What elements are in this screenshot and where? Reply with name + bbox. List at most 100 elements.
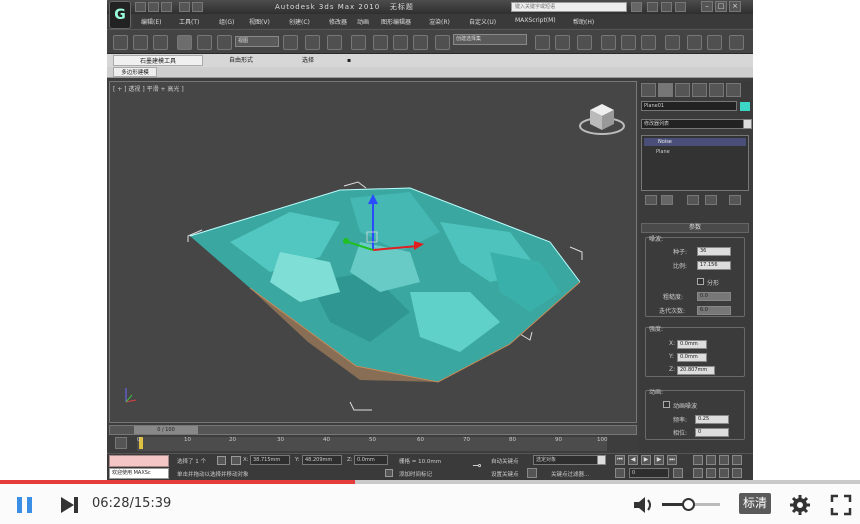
selection-lock-icon[interactable] — [217, 456, 226, 465]
next-frame-icon[interactable]: ▶ — [654, 455, 664, 465]
quality-button[interactable]: 标清 — [739, 493, 771, 514]
menu-animation[interactable]: 动画 — [357, 17, 369, 26]
menu-rendering[interactable]: 渲染(R) — [429, 17, 450, 26]
keyboard-shortcut-icon[interactable] — [327, 35, 342, 50]
schematic-view-icon[interactable] — [641, 35, 656, 50]
undo-icon[interactable] — [113, 35, 128, 50]
save-file-icon[interactable] — [161, 2, 172, 12]
pivot-center-icon[interactable] — [283, 35, 298, 50]
time-config-icon[interactable] — [673, 468, 683, 478]
goto-end-icon[interactable]: ⏭ — [667, 455, 677, 465]
edit-named-selection-icon[interactable] — [435, 35, 450, 50]
rendered-frame-icon[interactable] — [707, 35, 722, 50]
set-key-button[interactable]: 设置关键点 — [491, 470, 519, 478]
frequency-spinner[interactable]: 0.25 — [695, 415, 729, 424]
menu-customize[interactable]: 自定义(U) — [469, 17, 496, 26]
x-coord-field[interactable]: 38.715mm — [250, 455, 290, 465]
add-time-tag[interactable]: 添加时间标记 — [399, 470, 432, 478]
stack-item-noise[interactable]: Noise — [644, 138, 746, 146]
zoom-icon[interactable] — [693, 455, 703, 465]
iterations-spinner[interactable]: 6.0 — [697, 306, 731, 315]
volume-slider[interactable] — [662, 498, 720, 511]
select-region-icon[interactable] — [153, 35, 168, 50]
set-key-icon[interactable]: ⊸ — [467, 459, 487, 473]
mirror-icon[interactable] — [535, 35, 550, 50]
maxscript-mini-listener[interactable]: 欢迎使用 MAXSc — [109, 468, 169, 479]
undo-icon[interactable] — [179, 2, 190, 12]
menu-views[interactable]: 视图(V) — [249, 17, 270, 26]
tab-selection[interactable]: 选择 — [283, 55, 333, 66]
chevron-down-icon[interactable] — [743, 119, 752, 129]
reference-coordinate-dropdown[interactable]: 视图 — [235, 36, 279, 47]
create-panel-icon[interactable] — [641, 83, 656, 97]
pause-icon[interactable] — [14, 494, 36, 516]
layer-manager-icon[interactable] — [577, 35, 592, 50]
next-video-icon[interactable] — [58, 494, 80, 516]
hierarchy-panel-icon[interactable] — [675, 83, 690, 97]
strength-y-spinner[interactable]: 0.0mm — [677, 353, 707, 362]
render-production-icon[interactable] — [729, 35, 744, 50]
menu-edit[interactable]: 编辑(E) — [141, 17, 161, 26]
time-slider-thumb[interactable]: 0 / 100 — [134, 426, 198, 434]
help-icon[interactable] — [675, 2, 686, 12]
menu-modifiers[interactable]: 修改器 — [329, 17, 347, 26]
key-icon[interactable] — [527, 468, 537, 478]
video-frame[interactable]: Autodesk 3ds Max 2010 无标题 键入关键字或短语 – □ ×… — [0, 0, 860, 480]
close-button[interactable]: × — [729, 1, 741, 12]
zoom-extents-all-icon[interactable] — [732, 455, 742, 465]
chevron-down-icon[interactable] — [597, 455, 606, 465]
phase-spinner[interactable]: 0 — [695, 428, 729, 437]
remove-modifier-icon[interactable] — [705, 195, 717, 205]
app-logo[interactable]: G — [109, 1, 131, 29]
gear-icon[interactable] — [789, 494, 811, 516]
manipulate-icon[interactable] — [305, 35, 320, 50]
seed-spinner[interactable]: 36 — [697, 247, 731, 256]
play-icon[interactable]: ▶ — [641, 455, 651, 465]
select-object-icon[interactable] — [133, 35, 148, 50]
selected-object-dropdown[interactable]: 选定对象 — [533, 455, 603, 465]
curve-editor-icon[interactable] — [621, 35, 636, 50]
minimize-button[interactable]: – — [701, 1, 713, 12]
menu-group[interactable]: 组(G) — [219, 17, 234, 26]
menu-graph-editors[interactable]: 图形编辑器 — [381, 17, 411, 26]
align-icon[interactable] — [555, 35, 570, 50]
object-name-field[interactable]: Plane01 — [641, 101, 737, 111]
zoom-all-icon[interactable] — [706, 455, 716, 465]
object-color-swatch[interactable] — [740, 102, 750, 111]
absolute-mode-icon[interactable] — [231, 456, 241, 465]
strength-x-spinner[interactable]: 0.0mm — [677, 340, 707, 349]
noise-terrain-mesh[interactable] — [189, 187, 581, 383]
tab-polygon-modeling[interactable]: 多边形建模 — [113, 67, 157, 77]
z-coord-field[interactable]: 0.0mm — [354, 455, 388, 465]
maximize-viewport-icon[interactable] — [732, 468, 742, 478]
wrench-icon[interactable] — [647, 2, 658, 12]
fractal-checkbox[interactable] — [697, 278, 704, 285]
select-scale-icon[interactable] — [217, 35, 232, 50]
add-time-tag-icon[interactable] — [385, 469, 393, 477]
y-coord-field[interactable]: 48.209mm — [302, 455, 342, 465]
utilities-panel-icon[interactable] — [726, 83, 741, 97]
percent-snap-icon[interactable] — [393, 35, 408, 50]
prev-frame-icon[interactable]: ◀ — [628, 455, 638, 465]
display-panel-icon[interactable] — [709, 83, 724, 97]
volume-icon[interactable] — [632, 494, 656, 516]
angle-snap-icon[interactable] — [373, 35, 388, 50]
zoom-extents-icon[interactable] — [719, 455, 729, 465]
parameters-rollout[interactable]: 参数 — [641, 223, 749, 233]
scale-spinner[interactable]: 17.156 — [697, 261, 731, 270]
maximize-button[interactable]: □ — [715, 1, 727, 12]
menu-help[interactable]: 帮助(H) — [573, 17, 594, 26]
menu-create[interactable]: 创建(C) — [289, 17, 310, 26]
menu-maxscript[interactable]: MAXScript(M) — [515, 17, 556, 24]
make-unique-icon[interactable] — [687, 195, 699, 205]
pan-icon[interactable] — [706, 468, 716, 478]
orbit-icon[interactable] — [719, 468, 729, 478]
key-mode-icon[interactable] — [615, 468, 625, 478]
render-setup-icon[interactable] — [687, 35, 702, 50]
perspective-viewport[interactable]: [ + ] 透视 ] 平滑 + 高光 ] — [109, 81, 637, 423]
tab-more[interactable]: ▪ — [339, 55, 359, 66]
mini-curve-editor-icon[interactable] — [115, 437, 127, 449]
new-file-icon[interactable] — [135, 2, 146, 12]
current-frame-field[interactable]: 0 — [629, 468, 669, 478]
motion-panel-icon[interactable] — [692, 83, 707, 97]
